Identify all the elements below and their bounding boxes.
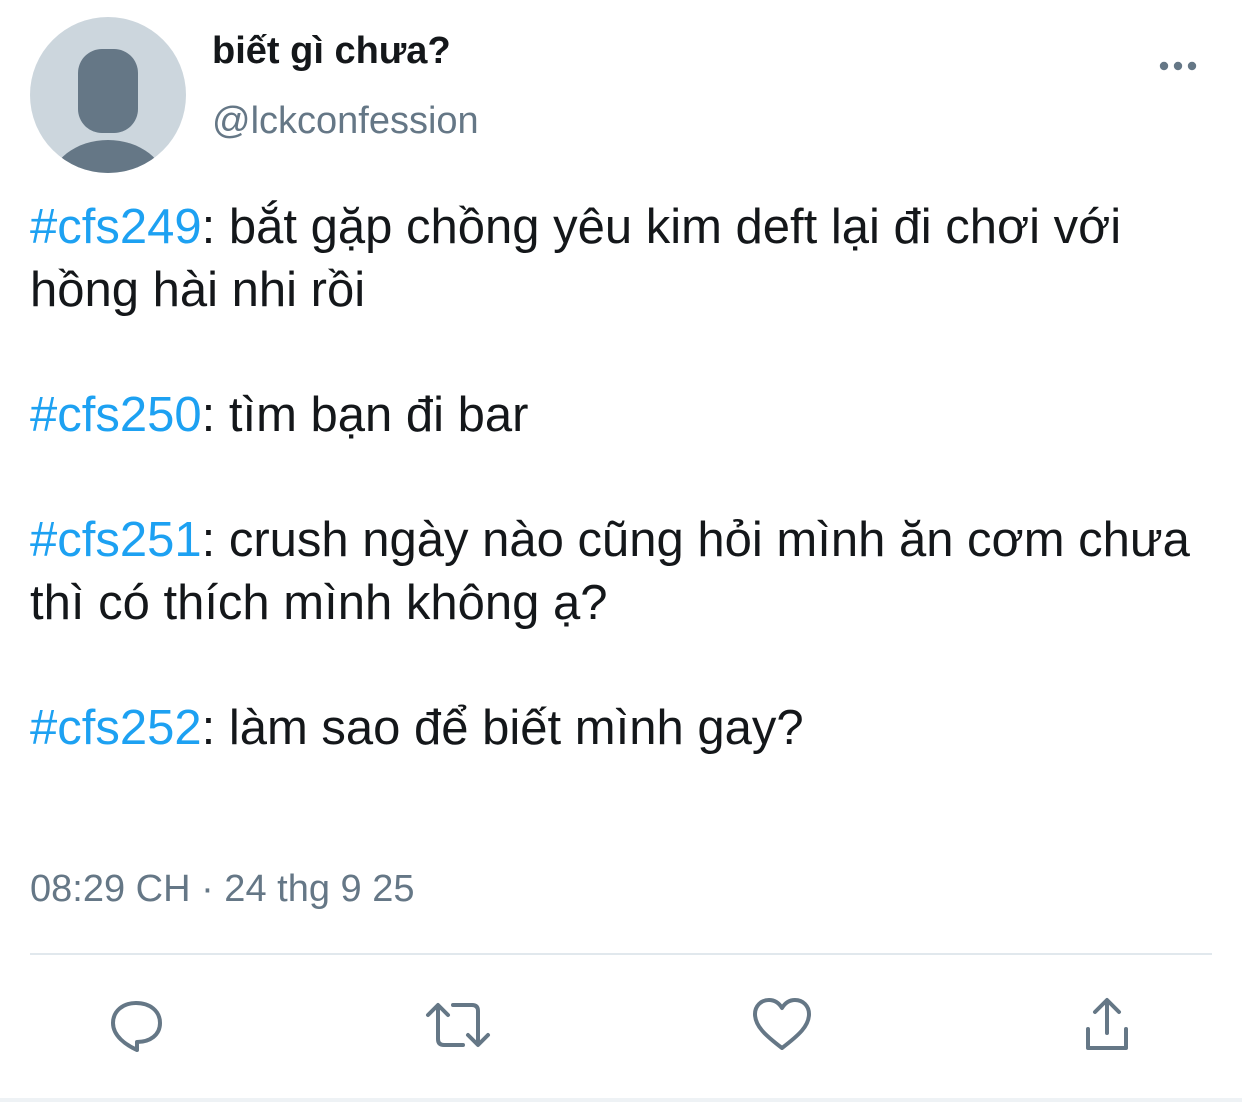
paragraph-text: : tìm bạn đi bar bbox=[201, 388, 529, 442]
like-button[interactable] bbox=[747, 990, 817, 1060]
user-handle[interactable]: @lckconfession bbox=[212, 100, 479, 143]
tweet-timestamp[interactable]: 08:29 CH · 24 thg 9 25 bbox=[30, 868, 414, 911]
tweet-text: #cfs249: bắt gặp chồng yêu kim deft lại … bbox=[30, 196, 1235, 822]
default-profile-icon bbox=[52, 49, 164, 173]
paragraph-text: : crush ngày nào cũng hỏi mình ăn cơm ch… bbox=[30, 513, 1190, 630]
heart-icon bbox=[753, 998, 811, 1050]
hashtag-link[interactable]: #cfs250 bbox=[30, 388, 202, 442]
share-button[interactable] bbox=[1072, 990, 1142, 1060]
tweet-paragraph: #cfs250: tìm bạn đi bar bbox=[30, 384, 1235, 447]
display-name[interactable]: biết gì chưa? bbox=[212, 30, 451, 73]
retweet-button[interactable] bbox=[423, 990, 493, 1060]
retweet-icon bbox=[426, 1003, 490, 1047]
bottom-divider bbox=[0, 1098, 1242, 1102]
paragraph-text: : làm sao để biết mình gay? bbox=[201, 701, 804, 755]
avatar[interactable] bbox=[30, 17, 186, 173]
divider bbox=[30, 953, 1212, 955]
hashtag-link[interactable]: #cfs252 bbox=[30, 701, 202, 755]
tweet-paragraph: #cfs252: làm sao để biết mình gay? bbox=[30, 697, 1235, 760]
action-bar bbox=[0, 985, 1242, 1065]
more-dots-icon[interactable] bbox=[1156, 52, 1200, 80]
tweet-paragraph: #cfs249: bắt gặp chồng yêu kim deft lại … bbox=[30, 196, 1235, 322]
hashtag-link[interactable]: #cfs251 bbox=[30, 513, 202, 567]
hashtag-link[interactable]: #cfs249 bbox=[30, 200, 202, 254]
share-icon bbox=[1086, 998, 1128, 1050]
reply-icon bbox=[111, 1001, 162, 1052]
reply-button[interactable] bbox=[101, 990, 171, 1060]
tweet-paragraph: #cfs251: crush ngày nào cũng hỏi mình ăn… bbox=[30, 509, 1235, 635]
